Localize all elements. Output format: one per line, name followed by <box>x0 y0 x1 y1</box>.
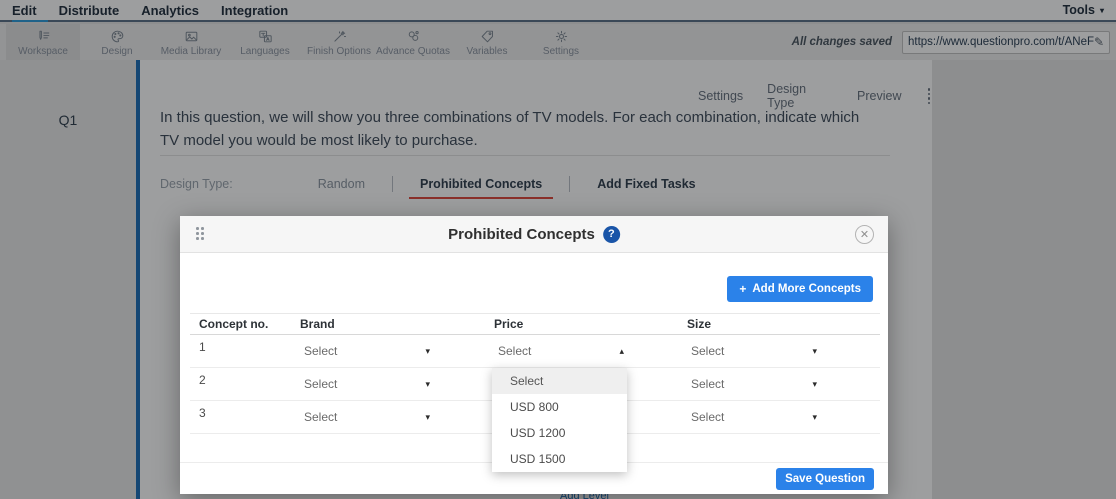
table-row: 1 Select ▾ Select ▴ Select ▾ <box>190 335 880 368</box>
select-value: Select <box>691 377 724 391</box>
add-more-concepts-button[interactable]: + Add More Concepts <box>727 276 873 302</box>
size-select-row3[interactable]: Select ▾ <box>691 410 817 424</box>
close-icon[interactable]: ✕ <box>855 225 874 244</box>
dropdown-option-usd-1500[interactable]: USD 1500 <box>492 446 627 472</box>
add-more-concepts-label: Add More Concepts <box>752 283 861 295</box>
dropdown-option-select[interactable]: Select <box>492 368 627 394</box>
concept-number: 1 <box>190 335 300 354</box>
brand-select-row2[interactable]: Select ▾ <box>304 377 430 391</box>
dropdown-option-usd-1200[interactable]: USD 1200 <box>492 420 627 446</box>
size-select-row1[interactable]: Select ▾ <box>691 344 817 358</box>
drag-handle-icon[interactable] <box>196 227 205 241</box>
caret-down-icon: ▾ <box>812 346 817 357</box>
save-question-button[interactable]: Save Question <box>776 468 874 490</box>
select-value: Select <box>304 344 337 358</box>
questionpro-editor: Edit Distribute Analytics Integration To… <box>0 0 1116 499</box>
price-select-row1-open[interactable]: Select ▴ <box>498 344 624 358</box>
select-value: Select <box>691 344 724 358</box>
concept-number: 3 <box>190 401 300 420</box>
size-select-row2[interactable]: Select ▾ <box>691 377 817 391</box>
select-value: Select <box>304 410 337 424</box>
table-header-row: Concept no. Brand Price Size <box>190 313 880 335</box>
brand-select-row1[interactable]: Select ▾ <box>304 344 430 358</box>
caret-down-icon: ▾ <box>425 412 430 423</box>
select-value: Select <box>304 377 337 391</box>
column-header-brand: Brand <box>300 317 494 331</box>
modal-title-wrap: Prohibited Concepts ? <box>448 226 620 243</box>
column-header-size: Size <box>687 317 880 331</box>
caret-up-icon: ▴ <box>619 346 624 357</box>
caret-down-icon: ▾ <box>812 412 817 423</box>
column-header-concept-no: Concept no. <box>190 317 300 331</box>
brand-select-row3[interactable]: Select ▾ <box>304 410 430 424</box>
select-value: Select <box>498 344 531 358</box>
caret-down-icon: ▾ <box>812 379 817 390</box>
modal-header: Prohibited Concepts ? ✕ <box>180 216 888 253</box>
column-header-price: Price <box>494 317 687 331</box>
select-value: Select <box>691 410 724 424</box>
caret-down-icon: ▾ <box>425 346 430 357</box>
price-dropdown-menu: Select USD 800 USD 1200 USD 1500 <box>492 368 627 472</box>
dropdown-option-usd-800[interactable]: USD 800 <box>492 394 627 420</box>
caret-down-icon: ▾ <box>425 379 430 390</box>
plus-icon: + <box>739 282 746 296</box>
help-icon[interactable]: ? <box>603 226 620 243</box>
concept-number: 2 <box>190 368 300 387</box>
modal-title: Prohibited Concepts <box>448 226 595 243</box>
